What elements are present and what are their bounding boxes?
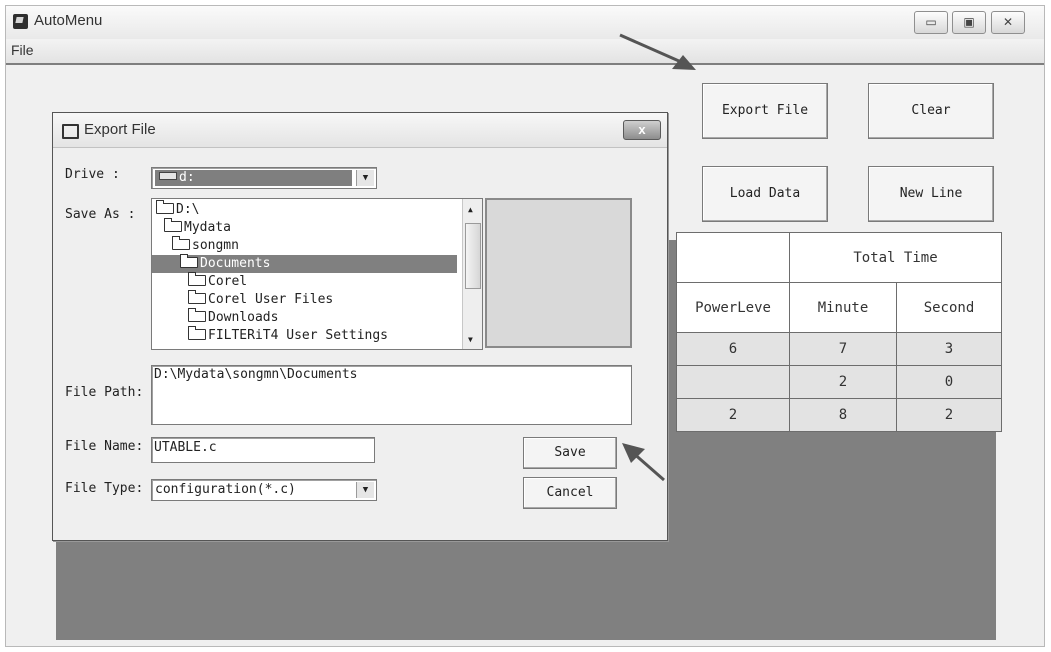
table-row[interactable]: 2 8 2 bbox=[676, 398, 1002, 432]
scrollbar-thumb[interactable] bbox=[465, 223, 481, 289]
save-button[interactable]: Save bbox=[523, 437, 617, 469]
folder-open-icon bbox=[164, 218, 182, 232]
table-cell[interactable]: 0 bbox=[896, 365, 1002, 399]
new-line-button[interactable]: New Line bbox=[868, 166, 994, 222]
chevron-down-icon[interactable]: ▼ bbox=[356, 170, 374, 186]
table-cell[interactable]: 2 bbox=[676, 398, 790, 432]
clear-button[interactable]: Clear bbox=[868, 83, 994, 139]
file-type-label: File Type: bbox=[65, 481, 144, 496]
list-item[interactable]: Corel User Files bbox=[188, 290, 333, 309]
window-title: AutoMenu bbox=[34, 12, 103, 29]
list-item[interactable]: Corel bbox=[188, 272, 247, 291]
minimize-icon: ▭ bbox=[925, 15, 937, 29]
list-item[interactable]: FILTERiT4 User Settings bbox=[188, 326, 388, 345]
close-icon: ✕ bbox=[1002, 15, 1014, 29]
folder-icon bbox=[188, 308, 206, 322]
menu-bar: File bbox=[6, 39, 1044, 65]
folder-icon bbox=[188, 326, 206, 340]
dialog-close-button[interactable]: x bbox=[623, 120, 661, 140]
column-header-second: Second bbox=[896, 282, 1002, 333]
maximize-button[interactable]: ▣ bbox=[952, 11, 986, 34]
file-name-label: File Name: bbox=[65, 439, 144, 454]
table-cell[interactable]: 3 bbox=[896, 332, 1002, 366]
drive-icon bbox=[159, 172, 177, 180]
folder-list[interactable]: D:\ Mydata songmn Documents Corel Corel … bbox=[151, 198, 483, 350]
file-type-select[interactable]: configuration(*.c) ▼ bbox=[151, 479, 377, 501]
drive-select[interactable]: d: ▼ bbox=[151, 167, 377, 189]
folder-open-icon bbox=[156, 200, 174, 214]
save-as-label: Save As : bbox=[65, 207, 136, 222]
list-item[interactable]: Mydata bbox=[164, 218, 231, 237]
dialog-title-bar[interactable]: Export File x bbox=[53, 113, 667, 148]
list-item[interactable]: songmn bbox=[172, 236, 239, 255]
list-item[interactable]: D:\ bbox=[156, 200, 199, 219]
table-header-total-time: Total Time bbox=[789, 232, 1002, 283]
column-header-minute: Minute bbox=[789, 282, 897, 333]
file-type-value: configuration(*.c) bbox=[155, 482, 296, 497]
folder-icon bbox=[188, 290, 206, 304]
file-path-field[interactable]: D:\Mydata\songmn\Documents bbox=[151, 365, 632, 425]
minimize-button[interactable]: ▭ bbox=[914, 11, 948, 34]
dialog-title: Export File bbox=[84, 121, 156, 138]
drive-value: d: bbox=[179, 170, 195, 185]
chevron-down-icon[interactable]: ▼ bbox=[356, 482, 374, 498]
file-path-label: File Path: bbox=[65, 385, 144, 400]
table-cell[interactable]: 6 bbox=[676, 332, 790, 366]
export-file-dialog: Export File x Drive : d: ▼ Save As : D:\… bbox=[52, 112, 668, 541]
maximize-icon: ▣ bbox=[963, 15, 975, 29]
column-header-powerlevel: PowerLeve bbox=[676, 282, 790, 333]
folder-icon bbox=[188, 272, 206, 286]
drive-label: Drive : bbox=[65, 167, 120, 182]
load-data-button[interactable]: Load Data bbox=[702, 166, 828, 222]
folder-open-icon bbox=[180, 254, 198, 268]
table-header-empty bbox=[676, 232, 790, 283]
scroll-up-icon[interactable]: ▲ bbox=[468, 205, 473, 214]
title-bar[interactable]: AutoMenu ▭ ▣ ✕ bbox=[6, 6, 1044, 39]
table-row[interactable]: 2 0 bbox=[676, 365, 1002, 399]
menu-file[interactable]: File bbox=[11, 42, 34, 58]
table-cell[interactable]: 2 bbox=[896, 398, 1002, 432]
table-cell[interactable] bbox=[676, 365, 790, 399]
preview-pane bbox=[485, 198, 632, 348]
table-cell[interactable]: 8 bbox=[789, 398, 897, 432]
list-item[interactable]: Downloads bbox=[188, 308, 278, 327]
export-file-button[interactable]: Export File bbox=[702, 83, 828, 139]
data-table: Total Time PowerLeve Minute Second 6 7 3… bbox=[676, 232, 1002, 432]
scroll-down-icon[interactable]: ▼ bbox=[468, 335, 473, 344]
app-icon bbox=[13, 14, 28, 29]
table-row[interactable]: 6 7 3 bbox=[676, 332, 1002, 366]
file-name-input[interactable]: UTABLE.c bbox=[151, 437, 375, 463]
cancel-button[interactable]: Cancel bbox=[523, 477, 617, 509]
list-item-selected[interactable]: Documents bbox=[152, 254, 457, 273]
folder-list-scrollbar[interactable]: ▲ ▼ bbox=[462, 199, 482, 349]
close-button[interactable]: ✕ bbox=[991, 11, 1025, 34]
table-cell[interactable]: 7 bbox=[789, 332, 897, 366]
table-cell[interactable]: 2 bbox=[789, 365, 897, 399]
dialog-window-icon bbox=[62, 124, 79, 139]
folder-open-icon bbox=[172, 236, 190, 250]
